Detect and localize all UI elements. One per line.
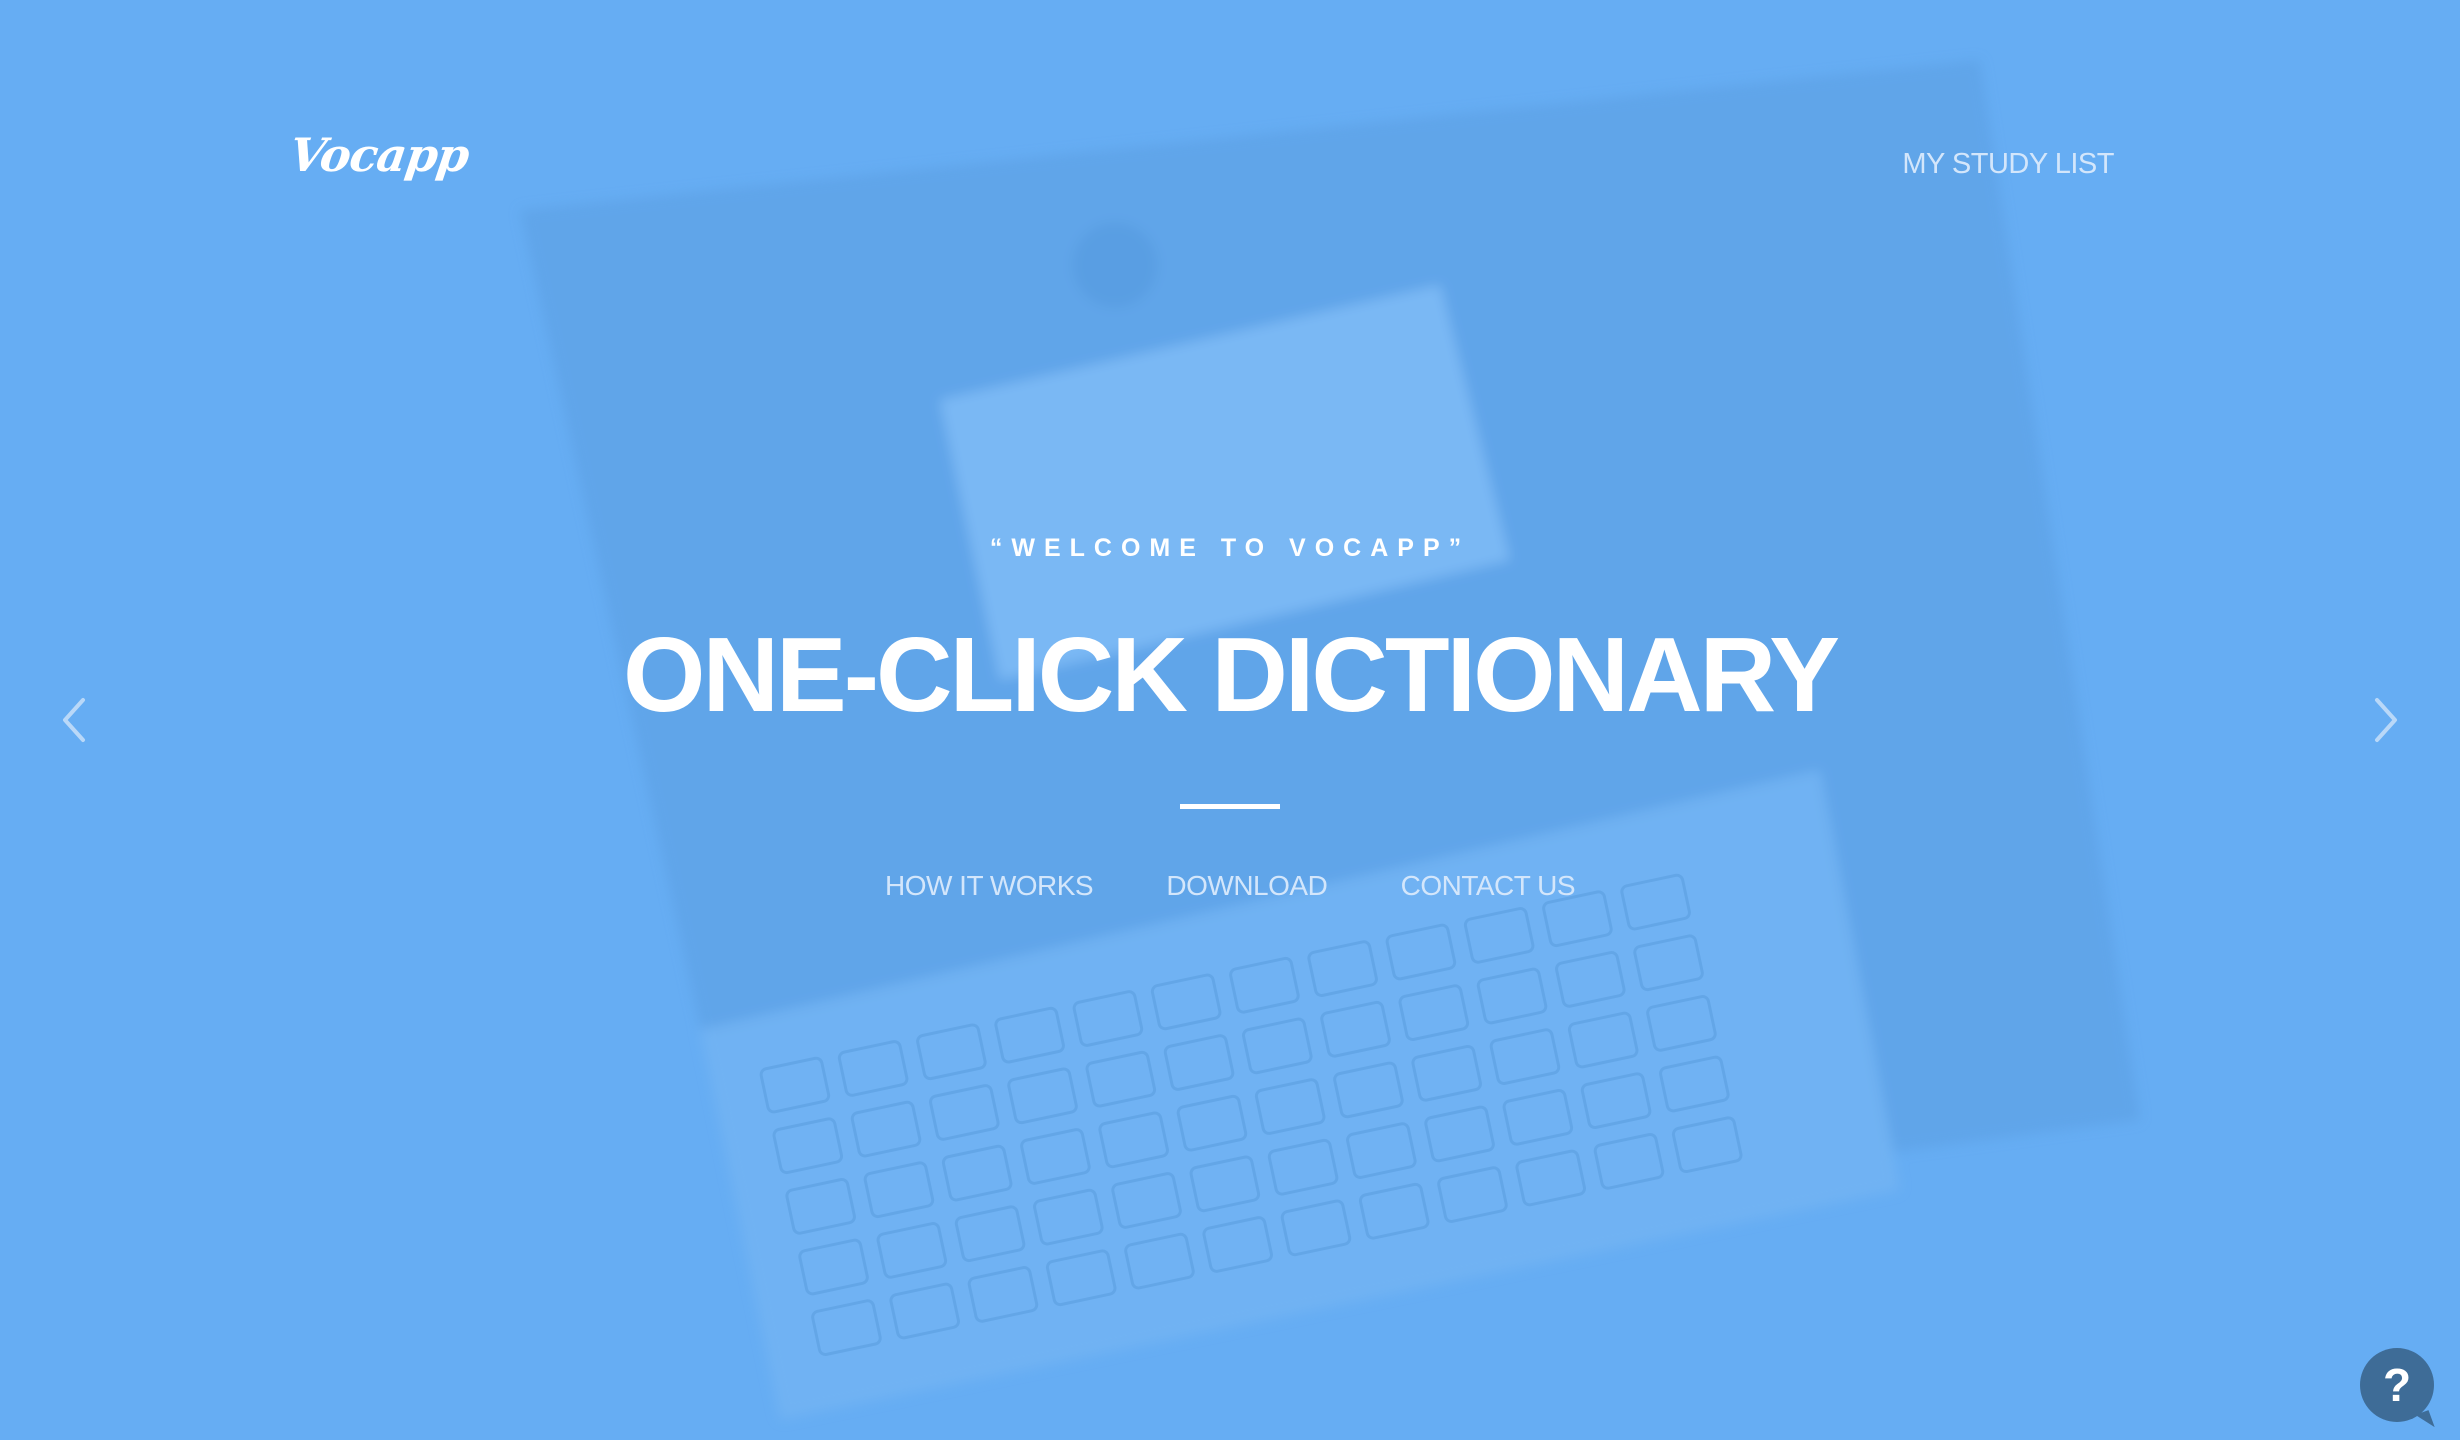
download-link[interactable]: DOWNLOAD <box>1166 870 1327 901</box>
hero-nav: HOW IT WORKS DOWNLOAD CONTACT US <box>0 870 2460 902</box>
chevron-right-icon <box>2375 698 2397 742</box>
welcome-tagline: “WELCOME TO VOCAPP” <box>989 534 1471 562</box>
hero-title: ONE-CLICK DICTIONARY <box>623 616 1840 734</box>
how-it-works-link[interactable]: HOW IT WORKS <box>885 870 1094 901</box>
my-study-list-link[interactable]: MY STUDY LIST <box>1902 148 2114 181</box>
question-icon: ? <box>2382 1359 2412 1411</box>
help-button[interactable]: ? <box>2360 1348 2434 1422</box>
hero-section: Vocapp MY STUDY LIST “WELCOME TO VOCAPP”… <box>0 0 2460 1440</box>
carousel-prev-button[interactable] <box>55 694 95 746</box>
carousel-next-button[interactable] <box>2365 694 2405 746</box>
contact-us-link[interactable]: CONTACT US <box>1401 870 1576 901</box>
vocapp-logo[interactable]: Vocapp <box>286 128 472 182</box>
title-divider <box>1180 804 1280 809</box>
chevron-left-icon <box>63 698 85 742</box>
